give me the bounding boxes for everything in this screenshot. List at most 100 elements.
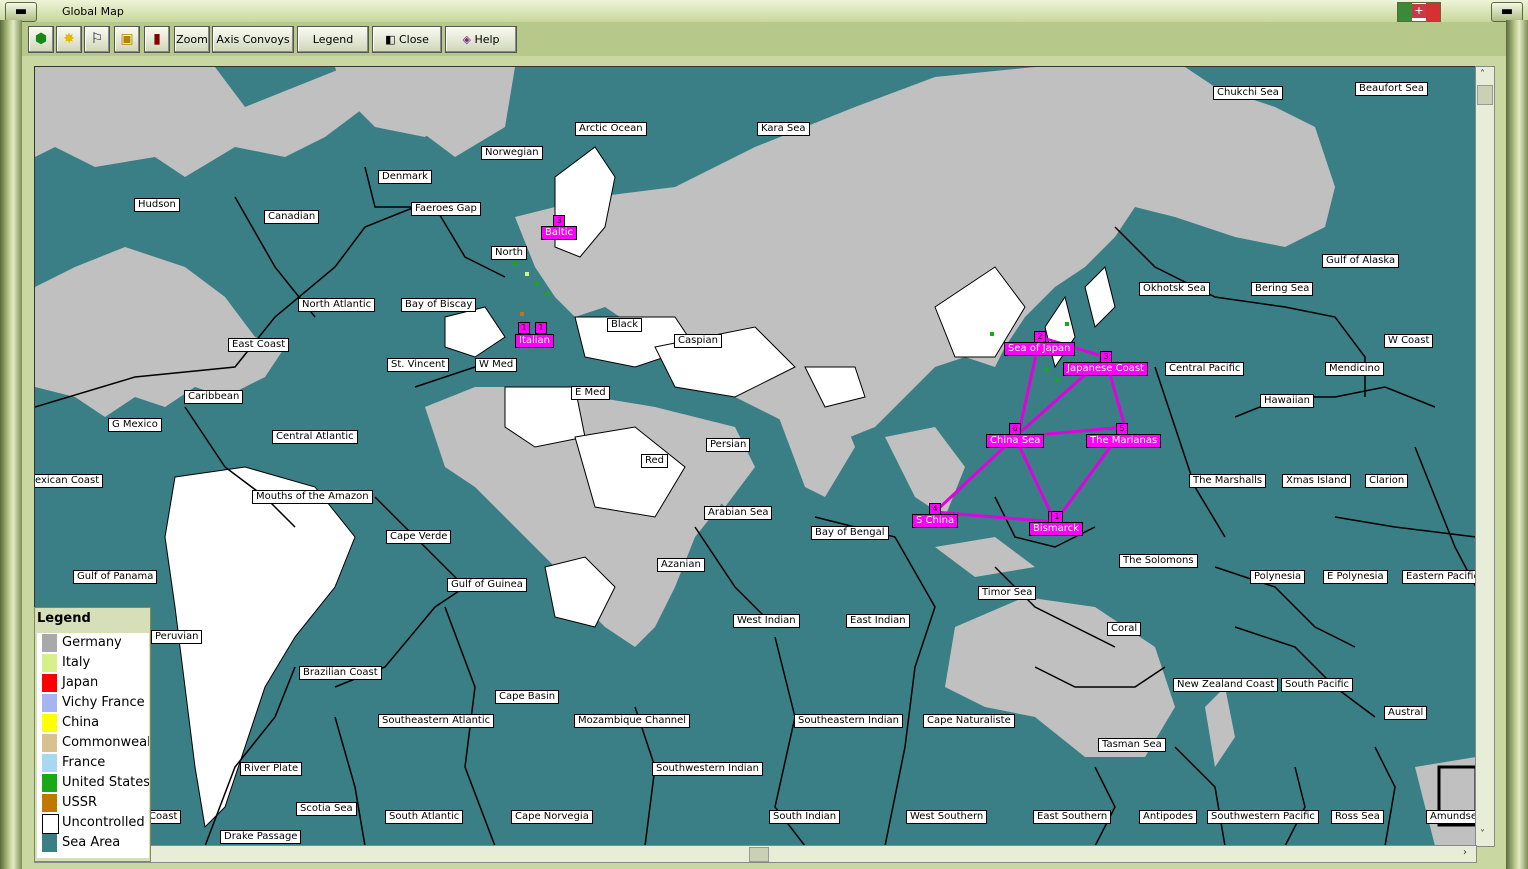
sea-label-south-atlantic[interactable]: South Atlantic: [385, 810, 464, 824]
horizontal-scrollbar[interactable]: ›: [34, 845, 1477, 863]
convoy-label-s-china[interactable]: S China: [912, 514, 959, 528]
sea-label-black[interactable]: Black: [607, 318, 643, 332]
convoy-label-japanese-coast[interactable]: Japanese Coast: [1063, 362, 1148, 376]
sea-label-bay-of-biscay[interactable]: Bay of Biscay: [401, 298, 477, 312]
sea-label-cape-norvegia[interactable]: Cape Norvegia: [511, 810, 593, 824]
sea-label-scotia[interactable]: Scotia Sea: [296, 802, 357, 816]
sea-label-southeastern-indian[interactable]: Southeastern Indian: [794, 714, 903, 728]
sea-label-tasman[interactable]: Tasman Sea: [1098, 738, 1166, 752]
sea-label-marshalls[interactable]: The Marshalls: [1189, 474, 1267, 488]
sea-label-eastern-pacific[interactable]: Eastern Pacific: [1402, 570, 1476, 584]
sea-label-amundsen[interactable]: Amundse: [1426, 810, 1476, 824]
sea-label-hudson[interactable]: Hudson: [134, 198, 180, 212]
sea-label-polynesia[interactable]: Polynesia: [1250, 570, 1306, 584]
sea-label-coral[interactable]: Coral: [1107, 622, 1142, 636]
sea-label-gulf-of-guinea[interactable]: Gulf of Guinea: [447, 578, 527, 592]
sea-label-ross[interactable]: Ross Sea: [1331, 810, 1384, 824]
sea-label-southeastern-atlantic[interactable]: Southeastern Atlantic: [378, 714, 495, 728]
sea-label-mozambique[interactable]: Mozambique Channel: [574, 714, 691, 728]
sea-label-xmas-island[interactable]: Xmas Island: [1282, 474, 1351, 488]
sea-label-bay-of-bengal[interactable]: Bay of Bengal: [811, 526, 889, 540]
scroll-right-icon[interactable]: ›: [1463, 847, 1467, 858]
sea-label-east-southern[interactable]: East Southern: [1033, 810, 1112, 824]
close-button[interactable]: ◧ Close: [372, 26, 442, 53]
sea-label-new-zealand-coast[interactable]: New Zealand Coast: [1173, 678, 1279, 692]
sea-label-kara[interactable]: Kara Sea: [757, 122, 810, 136]
sea-label-southwestern-pacific[interactable]: Southwestern Pacific: [1207, 810, 1319, 824]
sea-label-cape-basin[interactable]: Cape Basin: [495, 690, 560, 704]
sea-label-okhotsk[interactable]: Okhotsk Sea: [1139, 282, 1210, 296]
sea-label-peruvian[interactable]: Peruvian: [151, 630, 203, 644]
sea-label-g-mexico[interactable]: G Mexico: [108, 418, 162, 432]
sea-label-gulf-of-alaska[interactable]: Gulf of Alaska: [1322, 254, 1400, 268]
axis-convoys-button[interactable]: Axis Convoys: [212, 26, 294, 53]
sea-label-faeroes-gap[interactable]: Faeroes Gap: [411, 202, 481, 216]
zoom-button[interactable]: Zoom: [174, 26, 210, 53]
convoy-label-baltic[interactable]: Baltic: [541, 226, 577, 240]
sea-label-north[interactable]: North: [491, 246, 527, 260]
sea-label-east-indian[interactable]: East Indian: [846, 614, 910, 628]
frame-icon-button[interactable]: ▣: [114, 26, 140, 53]
sea-label-brazilian-coast[interactable]: Brazilian Coast: [299, 666, 382, 680]
sea-label-azanian[interactable]: Azanian: [657, 558, 705, 572]
sea-label-norwegian[interactable]: Norwegian: [481, 146, 543, 160]
sea-label-antipodes[interactable]: Antipodes: [1139, 810, 1198, 824]
sea-label-e-med[interactable]: E Med: [571, 386, 610, 400]
sea-label-east-coast[interactable]: East Coast: [228, 338, 290, 352]
sea-label-mexican-coast[interactable]: exican Coast: [35, 474, 104, 488]
sea-label-arctic-ocean[interactable]: Arctic Ocean: [575, 122, 647, 136]
sea-label-solomons[interactable]: The Solomons: [1119, 554, 1198, 568]
sea-label-south-pacific[interactable]: South Pacific: [1281, 678, 1354, 692]
sea-label-w-coast[interactable]: W Coast: [1384, 334, 1434, 348]
sea-label-drake-passage[interactable]: Drake Passage: [220, 830, 302, 844]
sea-label-southwestern-indian[interactable]: Southwestern Indian: [652, 762, 764, 776]
marker-icon-button[interactable]: ▮: [144, 26, 170, 53]
sea-label-river-plate[interactable]: River Plate: [240, 762, 303, 776]
help-button[interactable]: ◈ Help: [445, 26, 517, 53]
sea-label-gulf-of-panama[interactable]: Gulf of Panama: [73, 570, 158, 584]
convoy-label-sea-of-japan[interactable]: Sea of Japan: [1004, 342, 1075, 356]
sea-label-austral[interactable]: Austral: [1384, 706, 1428, 720]
sea-label-cape-verde[interactable]: Cape Verde: [386, 530, 452, 544]
vertical-scrollbar[interactable]: ˄ ˅: [1475, 66, 1495, 847]
sea-label-e-polynesia[interactable]: E Polynesia: [1323, 570, 1388, 584]
sea-label-timor[interactable]: Timor Sea: [978, 586, 1037, 600]
sea-label-cape-naturaliste[interactable]: Cape Naturaliste: [923, 714, 1015, 728]
sea-label-st-vincent[interactable]: St. Vincent: [387, 358, 450, 372]
convoy-label-bismarck[interactable]: Bismarck: [1029, 522, 1083, 536]
sea-label-south-indian[interactable]: South Indian: [769, 810, 841, 824]
scroll-up-icon[interactable]: ˄: [1480, 69, 1485, 80]
sea-label-beaufort[interactable]: Beaufort Sea: [1355, 82, 1428, 96]
legend-button[interactable]: Legend: [297, 26, 369, 53]
convoy-label-china-sea[interactable]: China Sea: [986, 434, 1045, 448]
sea-label-chukchi[interactable]: Chukchi Sea: [1213, 86, 1283, 100]
sea-label-north-atlantic[interactable]: North Atlantic: [298, 298, 376, 312]
hex-icon-button[interactable]: ⬢: [28, 26, 54, 53]
vertical-scroll-thumb[interactable]: [1477, 85, 1493, 105]
sea-label-mendicino[interactable]: Mendicino: [1325, 362, 1384, 376]
window-menu-button[interactable]: ▬: [5, 2, 37, 22]
sea-label-central-pacific[interactable]: Central Pacific: [1165, 362, 1245, 376]
sea-label-bering[interactable]: Bering Sea: [1251, 282, 1314, 296]
global-map[interactable]: Chukchi Sea Beaufort Sea Arctic Ocean Ka…: [34, 66, 1477, 847]
star-icon-button[interactable]: ✸: [56, 26, 82, 53]
horizontal-scroll-thumb[interactable]: [749, 847, 769, 862]
sea-label-caspian[interactable]: Caspian: [674, 334, 722, 348]
sea-label-canadian[interactable]: Canadian: [264, 210, 320, 224]
sea-label-central-atlantic[interactable]: Central Atlantic: [272, 430, 358, 444]
sea-label-west-indian[interactable]: West Indian: [733, 614, 800, 628]
sea-label-denmark[interactable]: Denmark: [378, 170, 432, 184]
sea-label-hawaiian[interactable]: Hawaiian: [1260, 394, 1314, 408]
sea-label-arabian[interactable]: Arabian Sea: [704, 506, 773, 520]
convoy-label-the-marianas[interactable]: The Marianas: [1086, 434, 1162, 448]
convoy-label-italian[interactable]: Italian: [515, 334, 555, 348]
sea-label-mouths-amazon[interactable]: Mouths of the Amazon: [252, 490, 373, 504]
sea-label-caribbean[interactable]: Caribbean: [184, 390, 244, 404]
sea-label-w-med[interactable]: W Med: [475, 358, 518, 372]
sea-label-west-southern[interactable]: West Southern: [906, 810, 988, 824]
sea-label-red[interactable]: Red: [641, 454, 668, 468]
flag-icon-button[interactable]: ⚐: [84, 26, 110, 53]
window-close-button[interactable]: ▬: [1491, 2, 1523, 22]
sea-label-clarion[interactable]: Clarion: [1365, 474, 1409, 488]
scroll-down-icon[interactable]: ˅: [1480, 829, 1485, 840]
